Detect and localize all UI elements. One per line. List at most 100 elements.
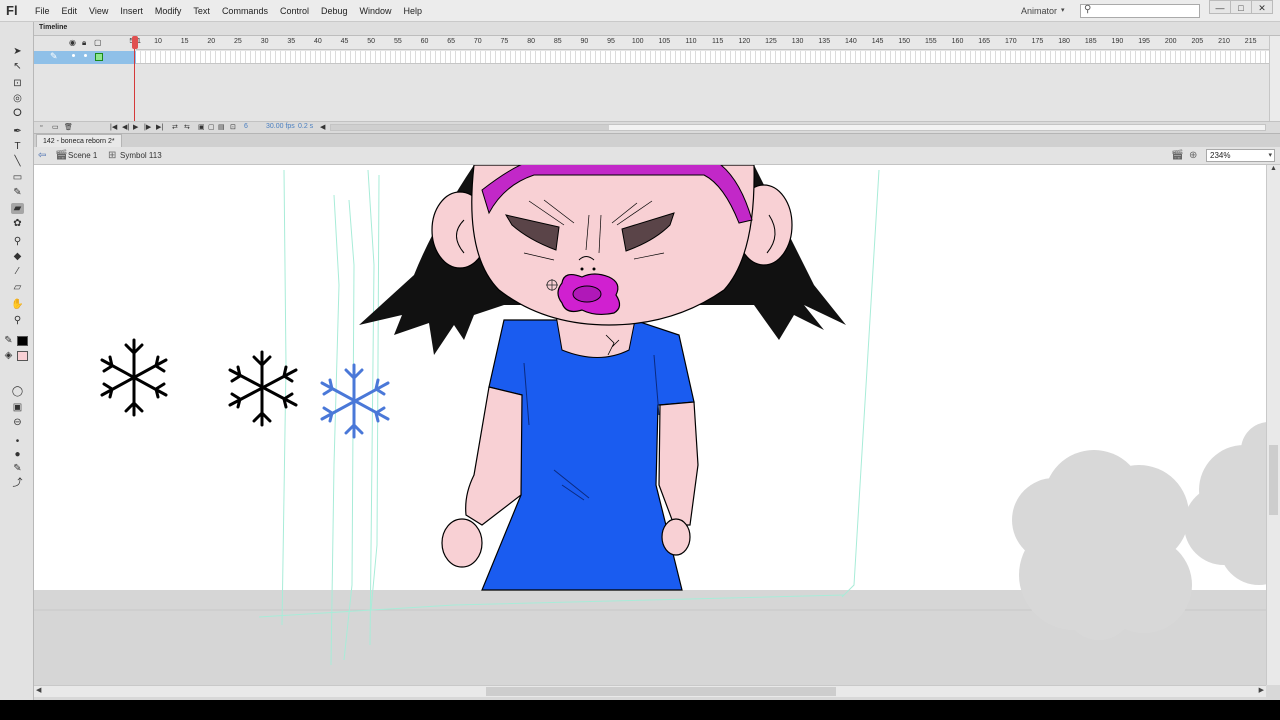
- chevron-down-icon[interactable]: ▾: [1268, 150, 1272, 162]
- breadcrumb-scene[interactable]: Scene 1: [68, 151, 97, 160]
- tilt-icon[interactable]: ⤴: [11, 478, 24, 489]
- menu-commands[interactable]: Commands: [216, 0, 274, 22]
- stage-horizontal-scrollbar[interactable]: ◀ ▶: [34, 685, 1266, 697]
- brush-mode-icon[interactable]: ▣: [11, 402, 24, 413]
- bone-icon[interactable]: ⚲: [11, 236, 24, 247]
- current-frame: 6: [244, 123, 248, 130]
- edit-multiple-frames-icon[interactable]: ▤: [218, 123, 225, 131]
- scroll-thumb[interactable]: [1269, 445, 1278, 515]
- modify-markers-icon[interactable]: ⊡: [230, 123, 236, 131]
- menu-debug[interactable]: Debug: [315, 0, 354, 22]
- delete-layer-icon[interactable]: 🗑︎: [64, 123, 73, 131]
- scroll-up-icon[interactable]: ▲: [1270, 165, 1277, 172]
- go-first-frame-icon[interactable]: |◀: [110, 123, 117, 131]
- close-button[interactable]: ✕: [1251, 0, 1273, 14]
- ruler-tick-label: 155: [925, 38, 937, 45]
- step-forward-icon[interactable]: |▶: [144, 123, 151, 131]
- pressure-icon[interactable]: ✎: [11, 463, 24, 474]
- step-back-icon[interactable]: ◀|: [122, 123, 129, 131]
- scroll-left-icon[interactable]: ◀: [320, 123, 325, 131]
- free-transform-icon[interactable]: ⊡: [11, 78, 24, 89]
- help-search-input[interactable]: ⚲: [1080, 4, 1200, 18]
- frame-ruler[interactable]: 1510152025303540455055606570758085909510…: [129, 36, 1269, 50]
- timeline-tab[interactable]: Timeline: [39, 24, 67, 31]
- stage-canvas[interactable]: [34, 165, 1266, 685]
- snap-to-objects-icon[interactable]: ◯: [11, 386, 24, 397]
- text-icon[interactable]: T: [11, 141, 24, 152]
- back-arrow-icon[interactable]: ⇦: [38, 150, 46, 161]
- document-tab[interactable]: 142 - boneca reborn 2*: [36, 134, 122, 148]
- loop-icon[interactable]: ⇄: [172, 123, 178, 131]
- lock-fill-icon[interactable]: ⊖: [11, 417, 24, 428]
- ruler-tick-label: 105: [658, 38, 671, 45]
- ruler-tick-label: 20: [207, 38, 216, 45]
- ruler-tick-label: 75: [500, 38, 509, 45]
- menu-edit[interactable]: Edit: [56, 0, 84, 22]
- play-icon[interactable]: ▶: [133, 123, 138, 131]
- ruler-tick-label: 130: [791, 38, 804, 45]
- layer-outline-box[interactable]: [95, 53, 103, 61]
- show-hide-all-icon[interactable]: ◉: [69, 38, 76, 47]
- breadcrumb-symbol[interactable]: Symbol 113: [120, 151, 162, 160]
- subselection-tool-icon[interactable]: ↖: [11, 61, 24, 72]
- brush-size-icon[interactable]: •: [11, 436, 24, 447]
- outline-all-icon[interactable]: ▢: [94, 38, 102, 47]
- scroll-right-icon[interactable]: ▶: [1259, 686, 1264, 694]
- timeline-horizontal-scrollbar[interactable]: [330, 124, 1266, 131]
- brush-icon[interactable]: ▰: [11, 203, 24, 214]
- menu-file[interactable]: File: [29, 0, 56, 22]
- layer-visible-dot[interactable]: [72, 54, 75, 57]
- scroll-thumb[interactable]: [331, 125, 609, 130]
- 3d-rotation-icon[interactable]: ◎: [11, 93, 24, 104]
- fill-color-icon: ◈: [4, 350, 13, 361]
- eyedropper-icon[interactable]: ⁄: [11, 266, 24, 277]
- edit-bar: ⇦ 🎬︎ Scene 1 ⊞ Symbol 113 🎬︎ ⊕ 234% ▾: [34, 147, 1280, 165]
- center-frame-icon[interactable]: ⇆: [184, 123, 190, 131]
- layer-row[interactable]: ✎: [34, 51, 136, 64]
- menu-window[interactable]: Window: [354, 0, 398, 22]
- zoom-value: 234%: [1210, 151, 1231, 160]
- playhead-handle[interactable]: [132, 36, 138, 49]
- brush-shape-icon[interactable]: ●: [11, 449, 24, 460]
- hand-icon[interactable]: ✋: [11, 299, 24, 310]
- lock-all-icon[interactable]: 🔒︎: [82, 38, 86, 48]
- timeline-vertical-scrollbar[interactable]: [1269, 36, 1280, 121]
- edit-symbols-icon[interactable]: ⊕: [1189, 150, 1200, 161]
- workspace-switcher[interactable]: Animator: [1021, 0, 1057, 22]
- paint-bucket-icon[interactable]: ◆: [11, 251, 24, 262]
- scroll-thumb[interactable]: [486, 687, 836, 696]
- menu-modify[interactable]: Modify: [149, 0, 188, 22]
- stage-pasteboard[interactable]: [34, 165, 1266, 685]
- layer-lock-dot[interactable]: [84, 54, 87, 57]
- frame-cells[interactable]: [136, 51, 1269, 64]
- onion-skin-outlines-icon[interactable]: ▢: [208, 123, 215, 131]
- chevron-down-icon[interactable]: ▾: [1061, 0, 1065, 22]
- deco-icon[interactable]: ✿: [11, 218, 24, 229]
- line-icon[interactable]: ╲: [11, 156, 24, 167]
- stage-vertical-scrollbar[interactable]: ▲: [1266, 165, 1280, 685]
- pencil-icon[interactable]: ✎: [11, 187, 24, 198]
- menu-control[interactable]: Control: [274, 0, 315, 22]
- zoom-icon[interactable]: ⚲: [11, 315, 24, 326]
- maximize-button[interactable]: □: [1230, 0, 1252, 14]
- zoom-select[interactable]: 234% ▾: [1206, 149, 1275, 162]
- stroke-color-swatch[interactable]: [17, 336, 28, 346]
- go-last-frame-icon[interactable]: ▶|: [156, 123, 163, 131]
- menu-text[interactable]: Text: [187, 0, 216, 22]
- new-layer-icon[interactable]: ▫: [40, 123, 42, 130]
- frame-rate[interactable]: 30.00 fps: [266, 123, 295, 130]
- eraser-icon[interactable]: ▱: [11, 282, 24, 293]
- scroll-left-icon[interactable]: ◀: [36, 686, 41, 694]
- edit-scene-icon[interactable]: 🎬︎: [1171, 150, 1184, 161]
- pen-icon[interactable]: ✒: [11, 126, 24, 137]
- selection-tool-icon[interactable]: ➤: [11, 46, 24, 57]
- onion-skin-icon[interactable]: ▣: [198, 123, 205, 131]
- minimize-button[interactable]: —: [1209, 0, 1231, 14]
- menu-insert[interactable]: Insert: [114, 0, 149, 22]
- lasso-icon[interactable]: ⵔ: [11, 108, 24, 119]
- rectangle-icon[interactable]: ▭: [11, 172, 24, 183]
- fill-color-swatch[interactable]: [17, 351, 28, 361]
- menu-view[interactable]: View: [83, 0, 114, 22]
- menu-help[interactable]: Help: [398, 0, 429, 22]
- new-folder-icon[interactable]: ▭: [52, 123, 59, 131]
